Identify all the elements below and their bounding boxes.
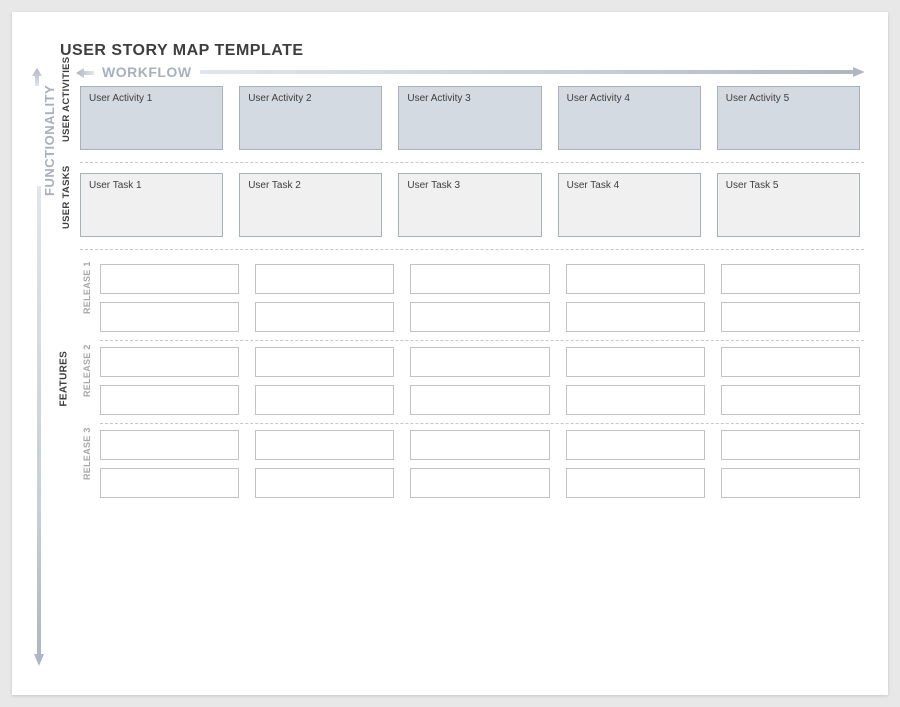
feature-card bbox=[410, 385, 549, 415]
release-block: RELEASE 1 bbox=[74, 264, 864, 332]
feature-card bbox=[100, 430, 239, 460]
card-text: User Task 1 bbox=[89, 180, 142, 191]
card-text: User Task 5 bbox=[726, 180, 779, 191]
feature-card bbox=[410, 302, 549, 332]
workflow-label: WORKFLOW bbox=[102, 64, 192, 80]
task-card: User Task 3 bbox=[398, 173, 541, 237]
page-title: USER STORY MAP TEMPLATE bbox=[60, 42, 864, 60]
divider bbox=[100, 340, 864, 341]
workflow-axis: WORKFLOW bbox=[82, 64, 864, 80]
card-text: User Task 4 bbox=[567, 180, 620, 191]
feature-card bbox=[100, 385, 239, 415]
release-label: RELEASE 3 bbox=[74, 430, 100, 498]
release-label: RELEASE 1 bbox=[74, 264, 100, 332]
feature-card bbox=[100, 468, 239, 498]
user-activities-label: USER ACTIVITIES bbox=[54, 86, 80, 150]
card-text: User Task 3 bbox=[407, 180, 460, 191]
activity-card: User Activity 2 bbox=[239, 86, 382, 150]
user-tasks-section: USER TASKS User Task 1 User Task 2 User … bbox=[54, 173, 864, 237]
feature-card bbox=[721, 264, 860, 294]
task-card: User Task 1 bbox=[80, 173, 223, 237]
feature-card bbox=[566, 302, 705, 332]
divider bbox=[80, 249, 864, 250]
feature-card bbox=[100, 347, 239, 377]
feature-card bbox=[721, 347, 860, 377]
feature-card bbox=[255, 264, 394, 294]
feature-card bbox=[721, 430, 860, 460]
features-label: FEATURES bbox=[54, 264, 74, 498]
feature-card bbox=[100, 264, 239, 294]
arrow-down-icon bbox=[34, 186, 44, 666]
feature-card bbox=[566, 347, 705, 377]
activity-card: User Activity 1 bbox=[80, 86, 223, 150]
page: USER STORY MAP TEMPLATE WORKFLOW bbox=[12, 12, 888, 695]
card-text: User Task 2 bbox=[248, 180, 301, 191]
feature-card bbox=[410, 468, 549, 498]
card-text: User Activity 1 bbox=[89, 93, 152, 104]
card-text: User Activity 5 bbox=[726, 93, 789, 104]
feature-card bbox=[721, 385, 860, 415]
activity-card: User Activity 4 bbox=[558, 86, 701, 150]
release-block: RELEASE 3 bbox=[74, 430, 864, 498]
divider bbox=[80, 162, 864, 163]
features-section: FEATURES RELEASE 1 bbox=[54, 264, 864, 498]
feature-card bbox=[255, 468, 394, 498]
feature-card bbox=[255, 385, 394, 415]
card-text: User Activity 3 bbox=[407, 93, 470, 104]
task-card: User Task 2 bbox=[239, 173, 382, 237]
divider bbox=[100, 423, 864, 424]
feature-card bbox=[255, 347, 394, 377]
feature-card bbox=[566, 430, 705, 460]
feature-card bbox=[566, 385, 705, 415]
feature-card bbox=[100, 302, 239, 332]
user-activities-section: USER ACTIVITIES User Activity 1 User Act… bbox=[54, 86, 864, 150]
feature-card bbox=[721, 468, 860, 498]
arrow-up-small-icon bbox=[32, 68, 42, 91]
arrow-left-small-icon bbox=[76, 65, 96, 79]
feature-card bbox=[566, 468, 705, 498]
feature-card bbox=[410, 347, 549, 377]
task-card: User Task 4 bbox=[558, 173, 701, 237]
feature-card bbox=[566, 264, 705, 294]
task-card: User Task 5 bbox=[717, 173, 860, 237]
arrow-right-icon bbox=[200, 67, 864, 77]
card-text: User Activity 4 bbox=[567, 93, 630, 104]
functionality-axis: FUNCTIONALITY bbox=[32, 86, 54, 655]
card-text: User Activity 2 bbox=[248, 93, 311, 104]
activity-card: User Activity 5 bbox=[717, 86, 860, 150]
user-tasks-label: USER TASKS bbox=[54, 173, 80, 237]
feature-card bbox=[410, 430, 549, 460]
feature-card bbox=[721, 302, 860, 332]
release-block: RELEASE 2 bbox=[74, 347, 864, 415]
feature-card bbox=[255, 430, 394, 460]
feature-card bbox=[255, 302, 394, 332]
activity-card: User Activity 3 bbox=[398, 86, 541, 150]
feature-card bbox=[410, 264, 549, 294]
release-label: RELEASE 2 bbox=[74, 347, 100, 415]
